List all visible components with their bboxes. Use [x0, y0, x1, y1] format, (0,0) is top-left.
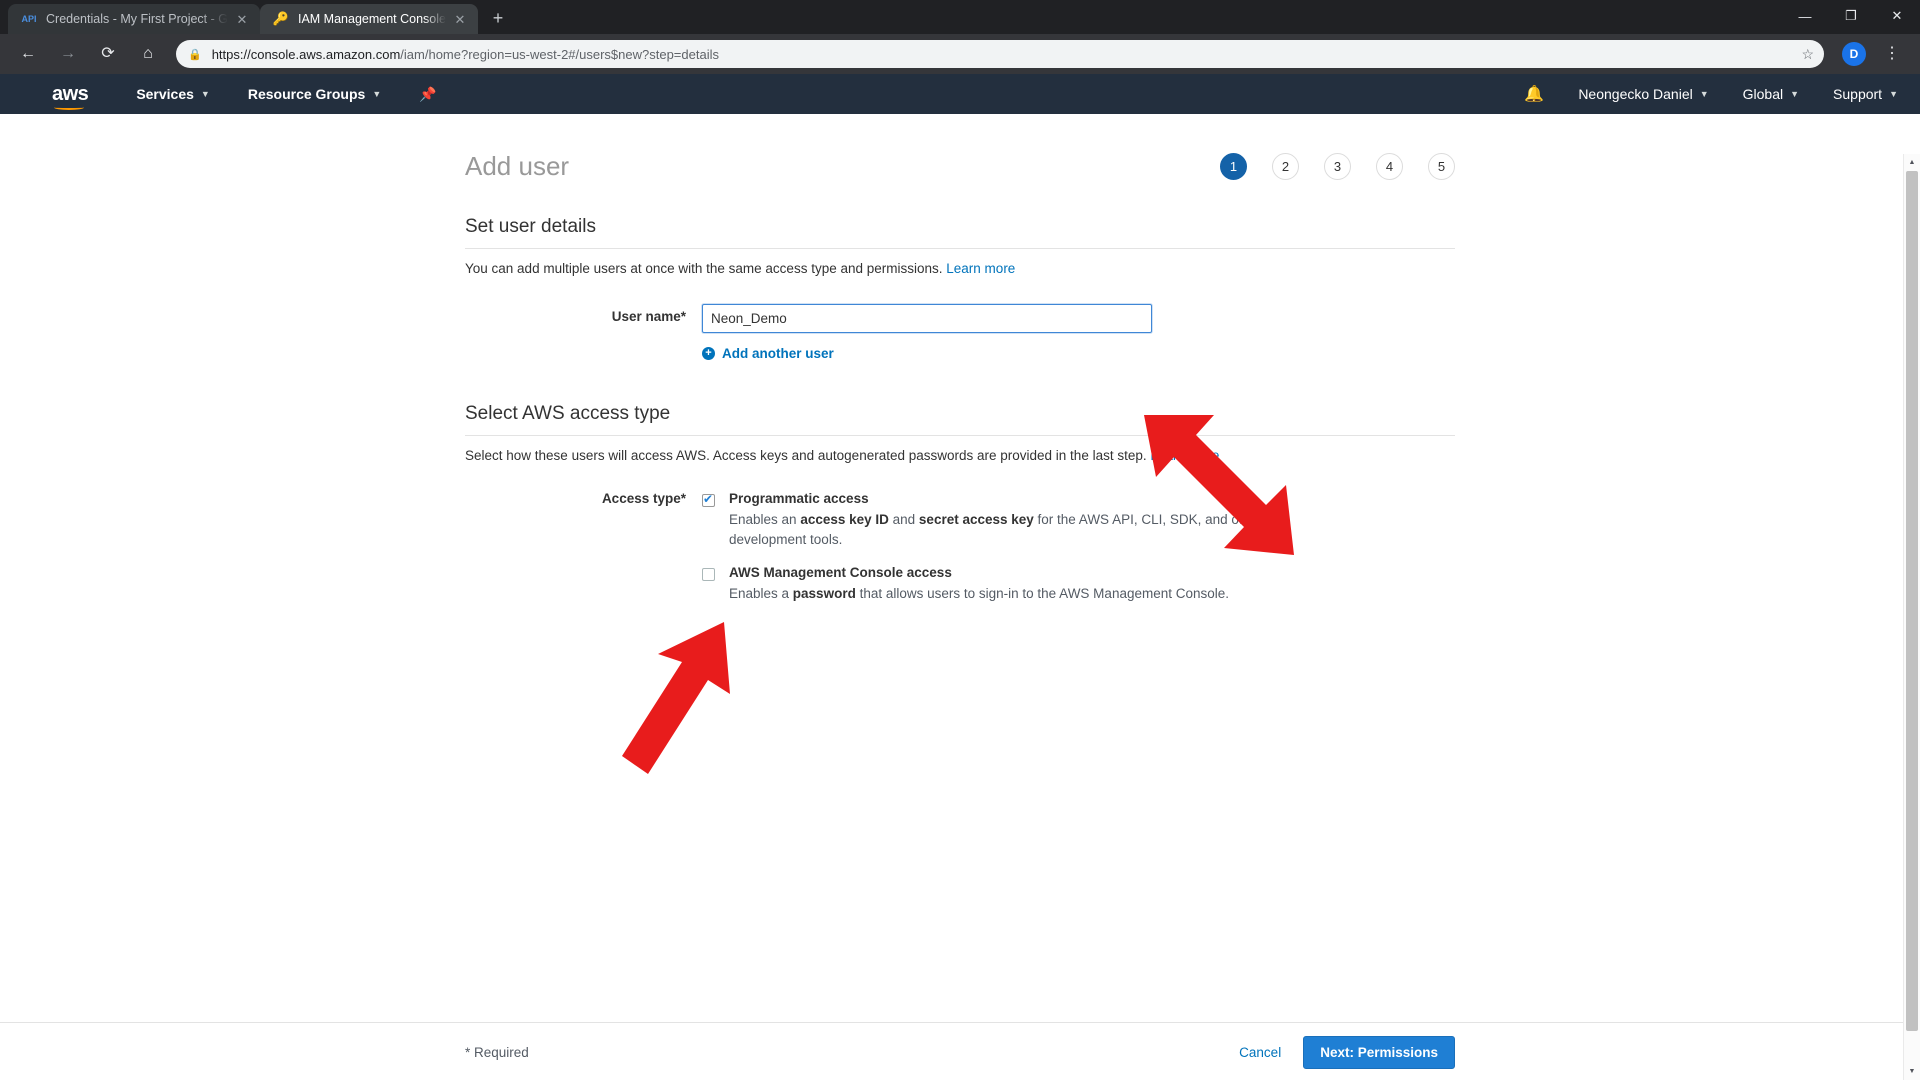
browser-titlebar: API Credentials - My First Project - G ✕…	[0, 0, 1920, 34]
action-buttons: Cancel Next: Permissions	[1239, 1035, 1455, 1069]
action-bar-inner: * Required Cancel Next: Permissions	[465, 1023, 1455, 1080]
next-permissions-button[interactable]: Next: Permissions	[1303, 1035, 1455, 1069]
url-path: /iam/home?region=us-west-2#/users$new?st…	[400, 46, 719, 62]
window-controls: — ❐ ✕	[1782, 0, 1920, 34]
access-learn-more-link[interactable]: Learn more	[1150, 448, 1219, 463]
nav-services[interactable]: Services ▼	[136, 86, 210, 102]
tab-strip: API Credentials - My First Project - G ✕…	[0, 0, 1782, 34]
chevron-down-icon: ▼	[1790, 89, 1800, 99]
home-icon[interactable]: ⌂	[133, 39, 163, 69]
arrow-to-programmatic-checkbox	[622, 622, 730, 774]
step-indicator: 1 2 3 4 5	[1220, 152, 1455, 180]
step-5[interactable]: 5	[1428, 152, 1455, 180]
console-access-checkbox[interactable]	[702, 568, 715, 582]
content-wrapper: Add user 1 2 3 4 5 Set user details You …	[465, 114, 1455, 604]
back-icon[interactable]: ←	[13, 39, 43, 69]
console-access-spacer	[465, 565, 702, 604]
tab-title: IAM Management Console	[297, 12, 446, 26]
lock-icon: 🔒	[188, 48, 202, 61]
console-access-desc: Enables a password that allows users to …	[729, 586, 1230, 602]
programmatic-access-desc: Enables an access key ID and secret acce…	[729, 512, 1263, 547]
add-another-user-label: Add another user	[722, 346, 834, 361]
close-window-icon[interactable]: ✕	[1874, 0, 1920, 32]
browser-window: API Credentials - My First Project - G ✕…	[0, 0, 1920, 1080]
details-desc-text: You can add multiple users at once with …	[465, 261, 943, 276]
step-2[interactable]: 2	[1272, 152, 1299, 180]
maximize-icon[interactable]: ❐	[1828, 0, 1874, 32]
aws-logo-text: aws	[52, 82, 89, 105]
profile-avatar[interactable]: D	[1842, 42, 1866, 66]
close-icon[interactable]: ✕	[452, 11, 468, 27]
scroll-down-icon[interactable]: ▼	[1904, 1063, 1920, 1080]
details-learn-more-link[interactable]: Learn more	[946, 261, 1015, 276]
set-user-details-description: You can add multiple users at once with …	[465, 261, 1455, 276]
access-type-heading: Select AWS access type	[465, 403, 1455, 436]
chevron-down-icon: ▼	[1699, 89, 1709, 99]
nav-resource-groups-label: Resource Groups	[247, 86, 366, 102]
url-domain: https://console.aws.amazon.com	[211, 46, 401, 62]
page-content: Add user 1 2 3 4 5 Set user details You …	[0, 114, 1920, 1080]
nav-services-label: Services	[136, 86, 194, 102]
aws-nav-right: 🔔 Neongecko Daniel ▼ Global ▼ Support ▼	[1524, 84, 1920, 104]
programmatic-access-checkbox[interactable]	[702, 492, 715, 507]
bookmark-star-icon[interactable]: ☆	[1801, 46, 1814, 63]
tab-title: Credentials - My First Project - G	[46, 12, 228, 26]
aws-logo[interactable]: aws	[52, 82, 89, 110]
console-access-text: AWS Management Console access Enables a …	[729, 565, 1229, 604]
cancel-button[interactable]: Cancel	[1239, 1045, 1281, 1060]
browser-tab-credentials[interactable]: API Credentials - My First Project - G ✕	[8, 4, 260, 34]
programmatic-access-row: Access type* Programmatic access Enables…	[465, 491, 1455, 549]
username-form-row: User name* + Add another user	[465, 304, 1455, 361]
chevron-down-icon: ▼	[1889, 89, 1898, 99]
username-input[interactable]	[702, 304, 1152, 333]
nav-region-label: Global	[1742, 86, 1784, 102]
nav-support-menu[interactable]: Support ▼	[1833, 86, 1898, 102]
browser-menu-icon[interactable]: ⋮	[1877, 39, 1907, 69]
chevron-down-icon: ▼	[200, 89, 210, 99]
reload-icon[interactable]: ⟳	[93, 39, 123, 69]
access-type-description: Select how these users will access AWS. …	[465, 448, 1455, 463]
nav-account-menu[interactable]: Neongecko Daniel ▼	[1578, 86, 1708, 102]
close-icon[interactable]: ✕	[234, 11, 250, 27]
new-tab-button[interactable]: +	[484, 4, 512, 32]
plus-icon: +	[702, 347, 715, 360]
address-bar[interactable]: 🔒 https://console.aws.amazon.com/iam/hom…	[176, 40, 1824, 68]
aws-top-navigation: aws Services ▼ Resource Groups ▼ 📌 🔔 Neo…	[0, 74, 1920, 114]
browser-toolbar: ← → ⟳ ⌂ 🔒 https://console.aws.amazon.com…	[0, 34, 1920, 74]
aws-logo-swoosh	[54, 105, 84, 110]
chevron-down-icon: ▼	[372, 89, 382, 99]
nav-support-label: Support	[1833, 86, 1883, 102]
forward-icon[interactable]: →	[53, 39, 83, 69]
username-label: User name*	[611, 309, 686, 324]
set-user-details-heading: Set user details	[465, 216, 1455, 249]
page-scrollbar[interactable]: ▲ ▼	[1903, 154, 1920, 1080]
page-header: Add user 1 2 3 4 5	[465, 138, 1455, 194]
console-access-title: AWS Management Console access	[729, 565, 952, 581]
page-title: Add user	[465, 150, 570, 181]
add-another-user-button[interactable]: + Add another user	[702, 346, 1455, 361]
access-type-label: Access type*	[601, 491, 686, 506]
console-access-row: AWS Management Console access Enables a …	[465, 565, 1455, 604]
step-3[interactable]: 3	[1324, 152, 1351, 180]
minimize-icon[interactable]: —	[1782, 0, 1828, 32]
key-icon: 🔑	[272, 11, 290, 26]
nav-region-menu[interactable]: Global ▼	[1743, 86, 1799, 102]
bell-icon[interactable]: 🔔	[1524, 84, 1544, 104]
scroll-up-icon[interactable]: ▲	[1904, 154, 1920, 171]
programmatic-access-text: Programmatic access Enables an access ke…	[729, 491, 1274, 549]
scrollbar-thumb[interactable]	[1906, 171, 1918, 1031]
programmatic-access-title: Programmatic access	[729, 491, 869, 506]
pin-icon[interactable]: 📌	[419, 86, 436, 103]
api-icon: API	[21, 14, 37, 24]
username-field-wrapper: + Add another user	[702, 304, 1455, 361]
nav-resource-groups[interactable]: Resource Groups ▼	[248, 86, 381, 102]
step-1[interactable]: 1	[1220, 152, 1247, 180]
nav-account-label: Neongecko Daniel	[1578, 86, 1693, 102]
aws-console-page: aws Services ▼ Resource Groups ▼ 📌 🔔 Neo…	[0, 74, 1920, 1080]
browser-tab-iam-console[interactable]: 🔑 IAM Management Console ✕	[259, 4, 478, 34]
action-bar: * Required Cancel Next: Permissions	[0, 1022, 1920, 1080]
access-desc-text: Select how these users will access AWS. …	[465, 448, 1147, 463]
step-4[interactable]: 4	[1376, 152, 1403, 180]
required-note: * Required	[465, 1044, 529, 1060]
